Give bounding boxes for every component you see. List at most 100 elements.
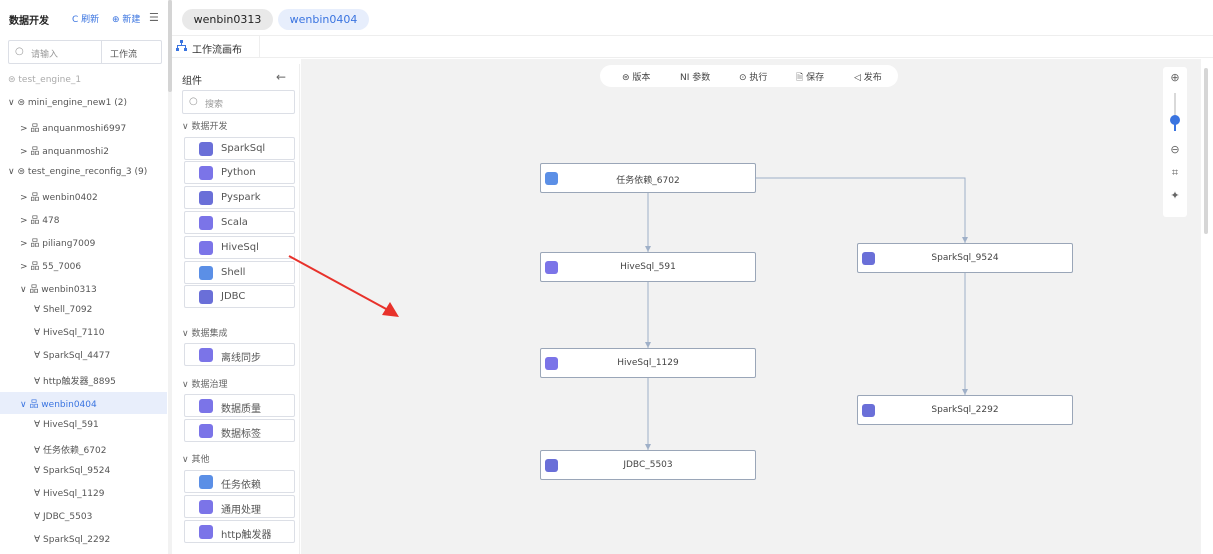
search-input[interactable]: 请输入	[31, 47, 58, 60]
tree-node[interactable]: > 品 478	[0, 208, 167, 230]
tree-node-label: ∀ HiveSql_591	[34, 420, 99, 430]
tab-wenbin0313[interactable]: wenbin0313	[182, 9, 273, 30]
tree-node[interactable]: ∨ ⊜ test_engine_reconfig_3 (9)	[0, 162, 167, 184]
tree-node[interactable]: > 品 piliang7009	[0, 231, 167, 253]
version-button[interactable]: ⊜ 版本	[622, 70, 650, 83]
workflow-node-jdbc[interactable]: JDBC_5503	[540, 450, 756, 480]
filter-select[interactable]: 工作流	[101, 41, 162, 63]
workflow-node-hive591[interactable]: HiveSql_591	[540, 252, 756, 282]
palette-item[interactable]: 任务依赖	[184, 470, 295, 493]
palette-item[interactable]: JDBC	[184, 285, 295, 308]
workflow-node-spark2292[interactable]: SparkSql_2292	[857, 395, 1073, 425]
palette-item[interactable]: http触发器	[184, 520, 295, 543]
tree-node[interactable]: ∀ SparkSql_4477	[0, 346, 167, 368]
collapse-icon[interactable]: ☰	[149, 11, 159, 24]
tree-node[interactable]: > 品 55_7006	[0, 254, 167, 276]
http-icon	[199, 525, 213, 539]
workflow-canvas[interactable]: ⊜ 版本 NI 参数 ⊙ 执行 🗎 保存 ◁ 发布 任务依赖_6702 HiveS…	[301, 59, 1201, 554]
zoom-slider-thumb[interactable]	[1170, 115, 1180, 125]
edge-dep-spark9524	[756, 177, 966, 243]
publish-button[interactable]: ◁ 发布	[854, 70, 882, 83]
tree-node[interactable]: ∀ HiveSql_1129	[0, 484, 167, 506]
tag-icon	[199, 424, 213, 438]
tree-node[interactable]: ∀ Shell_7092	[0, 300, 167, 322]
palette-item-label: Python	[221, 167, 256, 178]
workflow-node-label: HiveSql_1129	[617, 358, 679, 368]
search-icon: ○	[15, 46, 24, 57]
tree-node[interactable]: ∀ http触发器_8895	[0, 369, 167, 391]
scala-icon	[199, 216, 213, 230]
tree-node-label: ∀ 任务依赖_6702	[34, 446, 107, 456]
palette-item[interactable]: SparkSql	[184, 137, 295, 160]
tree-node[interactable]: ∀ SparkSql_2292	[0, 530, 167, 552]
workflow-node-label: JDBC_5503	[623, 460, 673, 470]
fit-view-icon[interactable]: ⌗	[1169, 166, 1181, 180]
workflow-node-dep[interactable]: 任务依赖_6702	[540, 163, 756, 193]
palette-item[interactable]: 离线同步	[184, 343, 295, 366]
palette-item[interactable]: Python	[184, 161, 295, 184]
palette-item-label: Pyspark	[221, 192, 261, 203]
tab-wenbin0404[interactable]: wenbin0404	[278, 9, 369, 30]
tree-node[interactable]: ∨ ⊜ mini_engine_new1 (2)	[0, 93, 167, 115]
dependency-icon	[545, 172, 558, 185]
hive-icon	[545, 261, 558, 274]
spark-icon	[862, 404, 875, 417]
palette-item[interactable]: 数据标签	[184, 419, 295, 442]
workflow-node-spark9524[interactable]: SparkSql_9524	[857, 243, 1073, 273]
palette-search-input[interactable]: 搜索	[205, 97, 223, 110]
palette-item[interactable]: HiveSql	[184, 236, 295, 259]
tree-node[interactable]: ∨ 品 wenbin0404	[0, 392, 167, 414]
workflow-node-label: HiveSql_591	[620, 262, 676, 272]
zoom-in-icon[interactable]: ⊕	[1169, 71, 1181, 84]
tab-workflow-canvas[interactable]: 工作流画布	[174, 36, 260, 58]
palette-item-label: 离线同步	[221, 353, 261, 364]
tree-node[interactable]: ∨ 品 wenbin0313	[0, 277, 167, 299]
tree-node[interactable]: ∀ SparkSql_9524	[0, 461, 167, 483]
palette-item[interactable]: Scala	[184, 211, 295, 234]
new-button[interactable]: ⊕ 新建	[112, 12, 140, 25]
workflow-icon	[176, 40, 187, 51]
workflow-node-hive1129[interactable]: HiveSql_1129	[540, 348, 756, 378]
tree-node-label: ∀ SparkSql_9524	[34, 466, 111, 476]
tree-search[interactable]: ○ 请输入 工作流	[8, 40, 162, 64]
spark-icon	[199, 142, 213, 156]
palette-search[interactable]: ○ 搜索	[182, 90, 295, 114]
palette-group-label[interactable]: ∨ 数据集成	[182, 326, 227, 339]
tree-node[interactable]: ∀ 任务依赖_6702	[0, 438, 167, 460]
left-scrollbar[interactable]	[168, 0, 172, 554]
tree-node[interactable]: > 品 wenbin0402	[0, 185, 167, 207]
tree-node[interactable]: ∀ HiveSql_7110	[0, 323, 167, 345]
palette-item-label: 任务依赖	[221, 480, 261, 491]
refresh-button[interactable]: C 刷新	[72, 12, 99, 25]
tree-node-label: ∨ ⊜ mini_engine_new1 (2)	[8, 98, 127, 108]
workflow-node-label: SparkSql_9524	[931, 253, 999, 263]
palette-item-label: Shell	[221, 267, 246, 278]
palette-group-label[interactable]: ∨ 其他	[182, 452, 209, 465]
run-button[interactable]: ⊙ 执行	[739, 70, 767, 83]
tree-node[interactable]: ⊜ test_engine_1	[0, 70, 167, 92]
tree-node-label: ∨ ⊜ test_engine_reconfig_3 (9)	[8, 167, 148, 177]
save-button[interactable]: 🗎 保存	[796, 70, 824, 86]
palette-item[interactable]: 数据质量	[184, 394, 295, 417]
palette-item-label: 通用处理	[221, 505, 261, 516]
zoom-out-icon[interactable]: ⊖	[1169, 143, 1181, 156]
palette-item[interactable]: 通用处理	[184, 495, 295, 518]
palette-group-label[interactable]: ∨ 数据开发	[182, 119, 227, 132]
palette-group-label[interactable]: ∨ 数据治理	[182, 377, 227, 390]
tree-node[interactable]: > 品 anquanmoshi2	[0, 139, 167, 161]
tree-node[interactable]: > 品 anquanmoshi6997	[0, 116, 167, 138]
canvas-scrollbar[interactable]	[1204, 68, 1208, 234]
workflow-node-label: SparkSql_2292	[931, 405, 999, 415]
tree-node[interactable]: ∀ JDBC_5503	[0, 507, 167, 529]
back-arrow-icon[interactable]: ←	[276, 70, 286, 84]
sync-icon	[199, 348, 213, 362]
params-button[interactable]: NI 参数	[680, 70, 710, 83]
tree-node-label: > 品 anquanmoshi6997	[20, 124, 127, 134]
auto-layout-icon[interactable]: ✦	[1169, 189, 1181, 202]
palette-item[interactable]: Shell	[184, 261, 295, 284]
tree-node-label: ∀ HiveSql_1129	[34, 489, 105, 499]
palette-item[interactable]: Pyspark	[184, 186, 295, 209]
tree-node[interactable]: ∀ HiveSql_591	[0, 415, 167, 437]
tree-node-label: ∀ Shell_7092	[34, 305, 93, 315]
subtab-label: 工作流画布	[192, 45, 242, 56]
